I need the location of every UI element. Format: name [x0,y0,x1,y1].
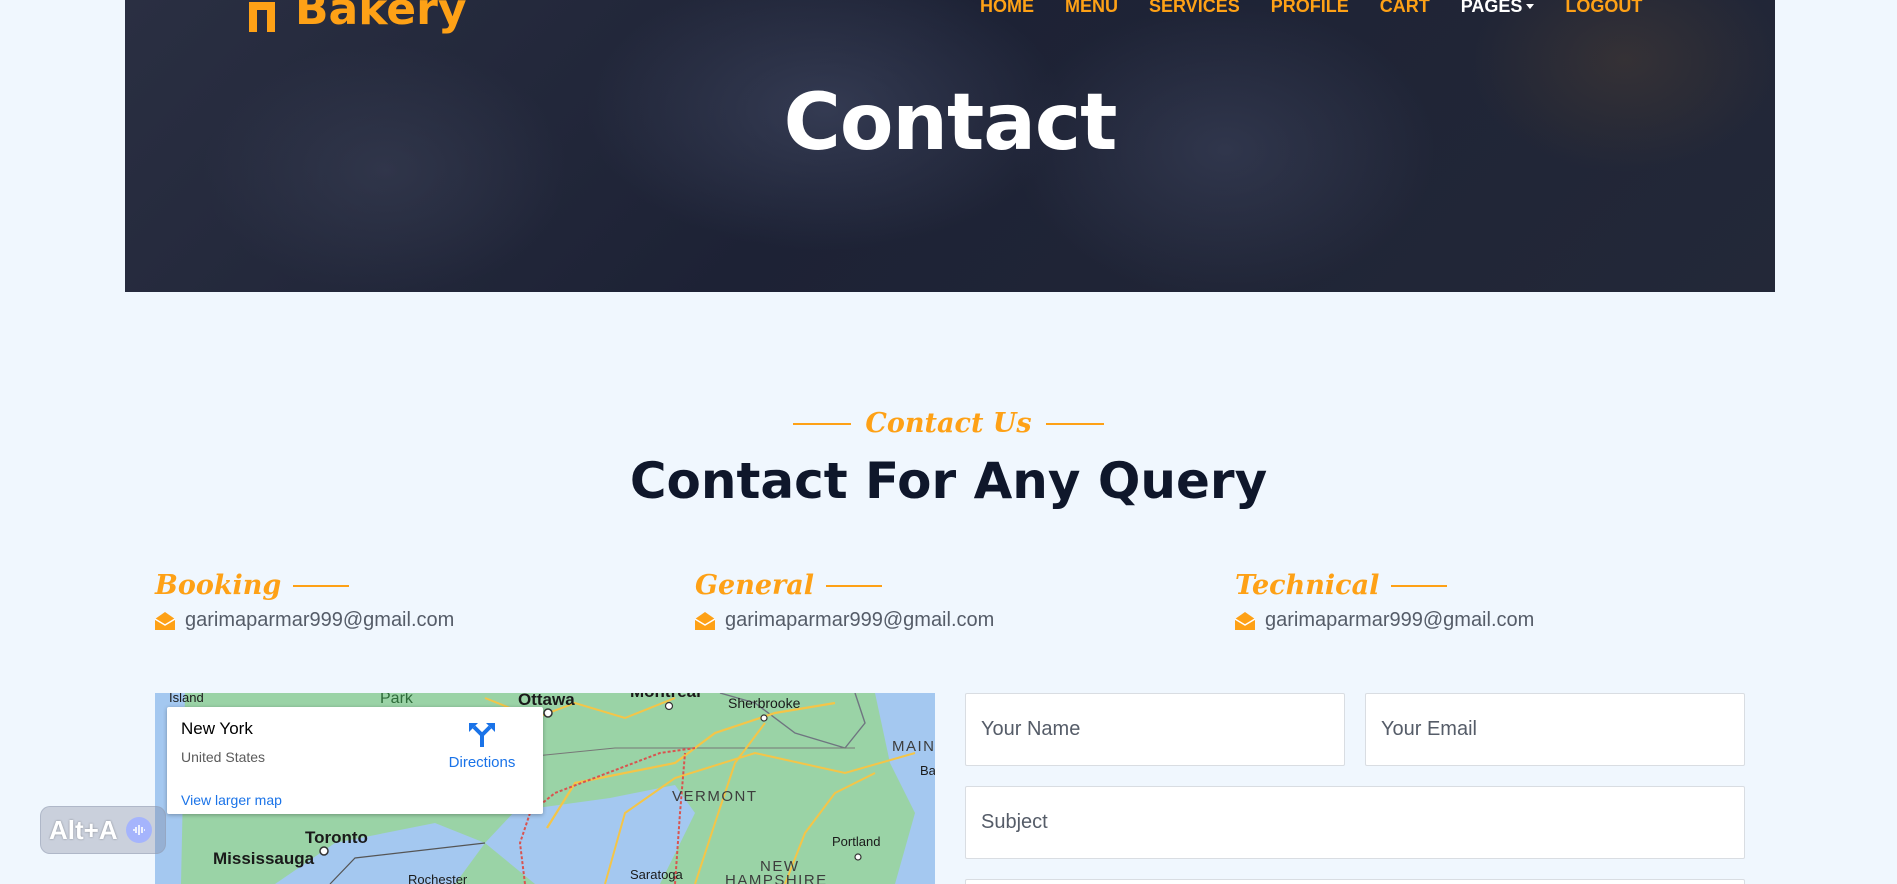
nav-menu[interactable]: MENU [1065,0,1118,17]
map-place-country: United States [181,749,266,765]
subject-input[interactable] [965,786,1745,859]
brand-name: Bakery [295,0,467,35]
contact-heading: Booking [155,570,282,601]
chef-hat-icon [249,1,275,32]
directions-icon [469,723,495,747]
hero-banner: Bakery HOME MENU SERVICES PROFILE CART P… [125,0,1775,292]
map-label: Saratoga [630,867,683,882]
message-textarea[interactable] [965,879,1745,884]
section-subtitle-text: Contact Us [865,408,1032,439]
contact-email[interactable]: garimaparmar999@gmail.com [1265,609,1534,632]
nav-cart[interactable]: CART [1380,0,1430,17]
contact-heading: General [695,570,815,601]
map-label: Rochester [408,872,468,884]
map-label: Park [380,693,413,707]
divider-line [826,584,883,587]
brand-logo[interactable]: Bakery [245,0,467,35]
map-label: Toronto [305,828,368,847]
caret-down-icon [1526,4,1535,9]
nav-services[interactable]: SERVICES [1149,0,1240,17]
section-subtitle: Contact Us [0,408,1897,439]
contact-booking: Booking garimaparmar999@gmail.com [155,570,555,632]
email-input[interactable] [1365,693,1745,766]
map-label: HAMPSHIRE [725,872,828,884]
shortcut-overlay[interactable]: Alt+A [40,806,166,854]
contact-technical: Technical garimaparmar999@gmail.com [1235,570,1635,632]
divider-line [1045,422,1104,425]
map-label: Portland [832,834,881,849]
map-label: MAIN [892,738,935,755]
directions-label: Directions [448,754,516,771]
nav-logout[interactable]: LOGOUT [1565,0,1642,17]
nav-home[interactable]: HOME [980,0,1034,17]
contact-heading: Technical [1235,570,1380,601]
envelope-open-icon [695,611,715,630]
map-label: Sherbrooke [728,695,801,711]
map-place-card: New York United States View larger map D… [167,707,543,814]
map-place-name: New York [181,719,253,738]
divider-line [293,584,350,587]
view-larger-map-link[interactable]: View larger map [181,792,282,808]
map-label: VERMONT [672,788,758,805]
nav-pages-label: PAGES [1460,0,1523,16]
contact-email[interactable]: garimaparmar999@gmail.com [185,609,454,632]
map-label: Montreal [630,693,701,702]
section-title: Contact For Any Query [629,452,1268,510]
map-label: Mississauga [213,849,315,868]
directions-button[interactable]: Directions [445,721,519,771]
main-nav: HOME MENU SERVICES PROFILE CART PAGES LO… [980,0,1642,17]
map-label: Ba [920,763,935,778]
name-input[interactable] [965,693,1345,766]
divider-line [793,422,852,425]
envelope-open-icon [155,611,175,630]
contact-email[interactable]: garimaparmar999@gmail.com [725,609,994,632]
nav-pages-dropdown[interactable]: PAGES [1461,0,1535,17]
google-map[interactable]: Island Park Ottawa Montreal Sherbrooke M… [155,693,935,884]
audio-wave-icon [125,817,152,843]
nav-profile[interactable]: PROFILE [1271,0,1349,17]
divider-line [1391,584,1448,587]
shortcut-text: Alt+A [49,814,118,845]
map-label: Island [169,693,204,705]
contact-general: General garimaparmar999@gmail.com [695,570,1095,632]
page-title: Contact [783,78,1118,168]
envelope-open-icon [1235,611,1255,630]
